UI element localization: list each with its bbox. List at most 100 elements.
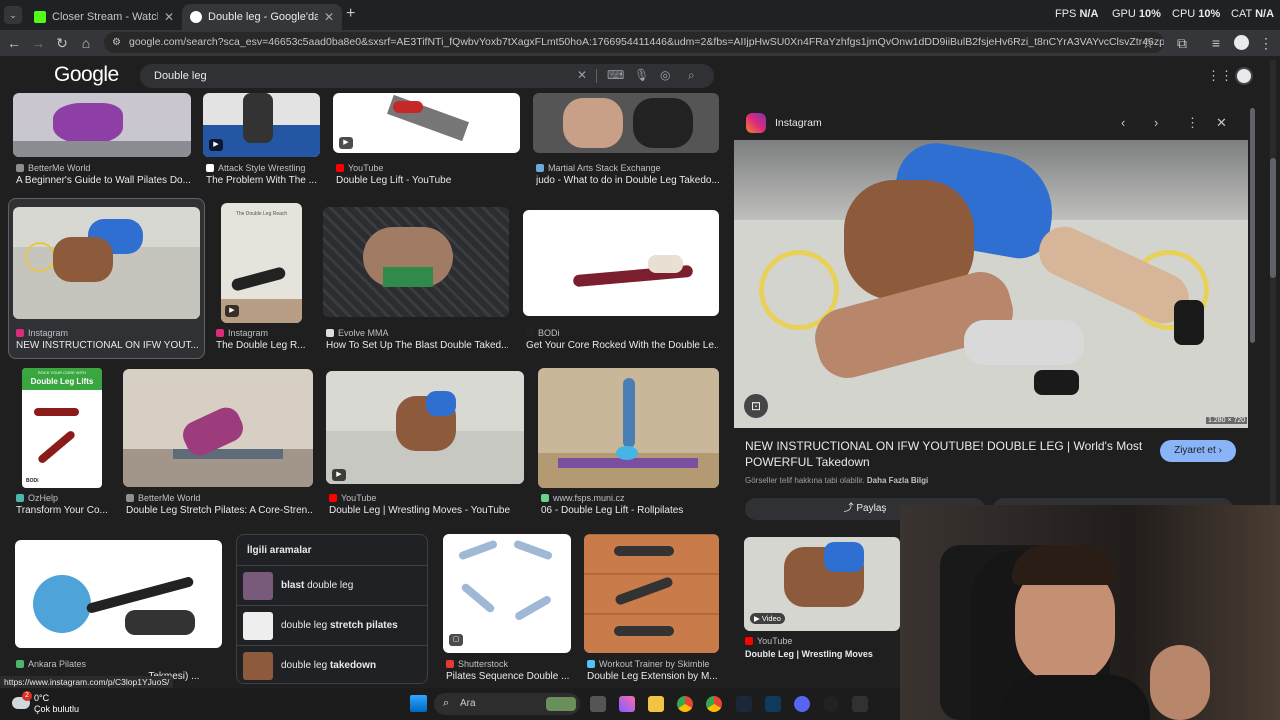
related-search-stretch-pilates[interactable]: double leg stretch pilates — [237, 605, 427, 645]
forward-arrow-icon[interactable]: → — [28, 33, 48, 53]
result-title[interactable]: Double Leg Extension by M... — [587, 671, 717, 682]
steam-icon[interactable] — [736, 696, 752, 712]
result-title[interactable]: Double Leg Stretch Pilates: A Core-Stren… — [126, 505, 312, 516]
chrome-profile-icon[interactable] — [706, 696, 722, 712]
result-thumb-6[interactable]: The Double Leg Reach ▶ — [221, 203, 302, 323]
result-source: Martial Arts Stack Exchange — [536, 163, 661, 173]
result-thumb-8[interactable] — [523, 210, 719, 316]
browser-tab-kick[interactable]: Closer Stream - Watch Live on K ✕ — [26, 4, 182, 30]
profile-avatar[interactable] — [1234, 35, 1249, 50]
close-panel-icon[interactable]: ✕ — [1216, 115, 1227, 131]
close-tab-icon[interactable]: ✕ — [164, 10, 174, 24]
result-title[interactable]: The Problem With The ... — [206, 175, 324, 186]
panel-source[interactable]: Instagram — [775, 117, 822, 129]
google-logo[interactable]: Google — [54, 63, 119, 87]
chrome-icon[interactable] — [677, 696, 693, 712]
result-thumb-1[interactable] — [13, 93, 191, 157]
panel-scrollbar-thumb[interactable] — [1250, 108, 1255, 343]
result-thumb-5[interactable] — [13, 207, 200, 319]
result-thumb-7[interactable] — [323, 207, 509, 317]
search-input[interactable]: Double leg — [140, 64, 714, 88]
page-scrollbar-thumb[interactable] — [1270, 158, 1276, 278]
site-info-icon[interactable]: ⚙ — [112, 32, 121, 53]
more-options-icon[interactable]: ⋮ — [1186, 115, 1199, 131]
result-title[interactable]: Get Your Core Rocked With the Double Le.… — [526, 340, 718, 351]
more-info-link[interactable]: Daha Fazla Bilgi — [867, 476, 928, 485]
result-title[interactable]: Double Leg | Wrestling Moves - YouTube — [329, 505, 519, 516]
new-tab-button[interactable]: + — [346, 5, 355, 23]
media-controls-icon[interactable]: ≡ — [1206, 33, 1226, 53]
related-video-thumb[interactable]: ▶ Video — [744, 537, 900, 631]
visit-button[interactable]: Ziyaret et › — [1160, 440, 1236, 462]
panel-title[interactable]: NEW INSTRUCTIONAL ON IFW YOUTUBE! DOUBLE… — [745, 438, 1145, 470]
previous-image-icon[interactable]: ‹ — [1121, 115, 1125, 130]
weather-widget[interactable]: 2 0°C Çok bulutlu — [6, 691, 96, 717]
visual-studio-icon[interactable] — [765, 696, 781, 712]
result-title[interactable]: NEW INSTRUCTIONAL ON IFW YOUT... — [16, 340, 201, 351]
result-thumb-3[interactable]: ▶ — [333, 93, 520, 153]
related-searches-card: İlgili aramalar blast double leg double … — [236, 534, 428, 684]
home-icon[interactable]: ⌂ — [76, 33, 96, 53]
result-thumb-9[interactable]: ROCK YOUR CORE WITH Double Leg Lifts BOD… — [22, 368, 102, 488]
start-button[interactable] — [410, 695, 427, 712]
result-thumb-15[interactable] — [584, 534, 719, 653]
result-source: Ankara Pilates — [16, 659, 86, 669]
address-bar[interactable]: ⚙ google.com/search?sca_esv=46653c5aad0b… — [104, 32, 1164, 53]
ozhelp-favicon-icon — [16, 494, 24, 502]
preview-image[interactable] — [734, 140, 1248, 428]
instagram-favicon-icon — [16, 329, 24, 337]
related-video-title[interactable]: Double Leg | Wrestling Moves — [745, 649, 900, 659]
result-title[interactable]: 06 - Double Leg Lift - Rollpilates — [541, 505, 719, 516]
video-badge-icon: ▶ — [339, 137, 353, 149]
result-thumb-14[interactable]: ▢ — [443, 534, 571, 653]
task-view-icon[interactable] — [590, 696, 606, 712]
thumb-caption: The Double Leg Reach — [235, 211, 288, 217]
attack-style-favicon-icon — [206, 164, 214, 172]
result-thumb-12[interactable] — [538, 368, 719, 488]
extensions-icon[interactable]: ⧉ — [1172, 33, 1192, 53]
result-thumb-11[interactable]: ▶ — [326, 371, 524, 484]
back-arrow-icon[interactable]: ← — [4, 33, 24, 53]
microphone-icon[interactable]: 🎙 — [634, 68, 649, 82]
related-thumb — [243, 571, 273, 600]
epic-games-icon[interactable] — [852, 696, 868, 712]
youtube-favicon-icon — [336, 164, 344, 172]
next-image-icon[interactable]: › — [1154, 115, 1158, 130]
google-account-avatar[interactable] — [1235, 67, 1253, 85]
clear-search-icon[interactable]: ✕ — [577, 68, 587, 82]
lens-camera-icon[interactable]: ◎ — [660, 68, 670, 82]
visual-search-icon[interactable]: ⊡ — [744, 394, 768, 418]
result-title[interactable]: How To Set Up The Blast Double Taked... — [326, 340, 508, 351]
result-thumb-2[interactable]: ▶ — [203, 93, 320, 157]
close-tab-icon[interactable]: ✕ — [324, 10, 334, 24]
result-source: YouTube — [336, 163, 383, 173]
reload-icon[interactable]: ↻ — [52, 33, 72, 53]
browser-tab-google[interactable]: Double leg - Google'da Ara ✕ — [182, 4, 342, 30]
copilot-icon[interactable] — [619, 696, 635, 712]
taskbar-search[interactable]: ⌕ Ara — [434, 693, 580, 715]
result-title[interactable]: Transform Your Co... — [16, 505, 110, 516]
file-explorer-icon[interactable] — [648, 696, 664, 712]
result-title[interactable]: The Double Leg R... — [216, 340, 306, 351]
result-title[interactable]: Double Leg Lift - YouTube — [336, 175, 521, 186]
search-icon[interactable]: ⌕ — [688, 68, 695, 83]
result-title[interactable]: A Beginner's Guide to Wall Pilates Do... — [16, 175, 194, 186]
result-thumb-10[interactable] — [123, 369, 313, 487]
result-title[interactable]: Pilates Sequence Double ... — [446, 671, 571, 682]
result-source: OzHelp — [16, 493, 58, 503]
related-search-takedown[interactable]: double leg takedown — [237, 645, 427, 685]
keyboard-icon[interactable]: ⌨ — [607, 68, 624, 82]
discord-icon[interactable] — [794, 696, 810, 712]
browser-menu-icon[interactable]: ⋮ — [1256, 33, 1276, 53]
taskbar-search-placeholder: Ara — [460, 698, 476, 709]
google-favicon-icon — [190, 11, 202, 23]
bookmark-star-icon[interactable]: ☆ — [1138, 33, 1158, 53]
tab-search-dropdown[interactable]: ⌄ — [4, 6, 22, 24]
fsps-favicon-icon — [541, 494, 549, 502]
related-search-blast[interactable]: blast double leg — [237, 565, 427, 605]
result-title[interactable]: judo - What to do in Double Leg Takedo..… — [536, 175, 719, 186]
obs-icon[interactable] — [823, 696, 839, 712]
result-thumb-13[interactable] — [15, 540, 222, 648]
result-thumb-4[interactable] — [533, 93, 719, 153]
google-apps-icon[interactable]: ⋮⋮ — [1207, 68, 1233, 84]
